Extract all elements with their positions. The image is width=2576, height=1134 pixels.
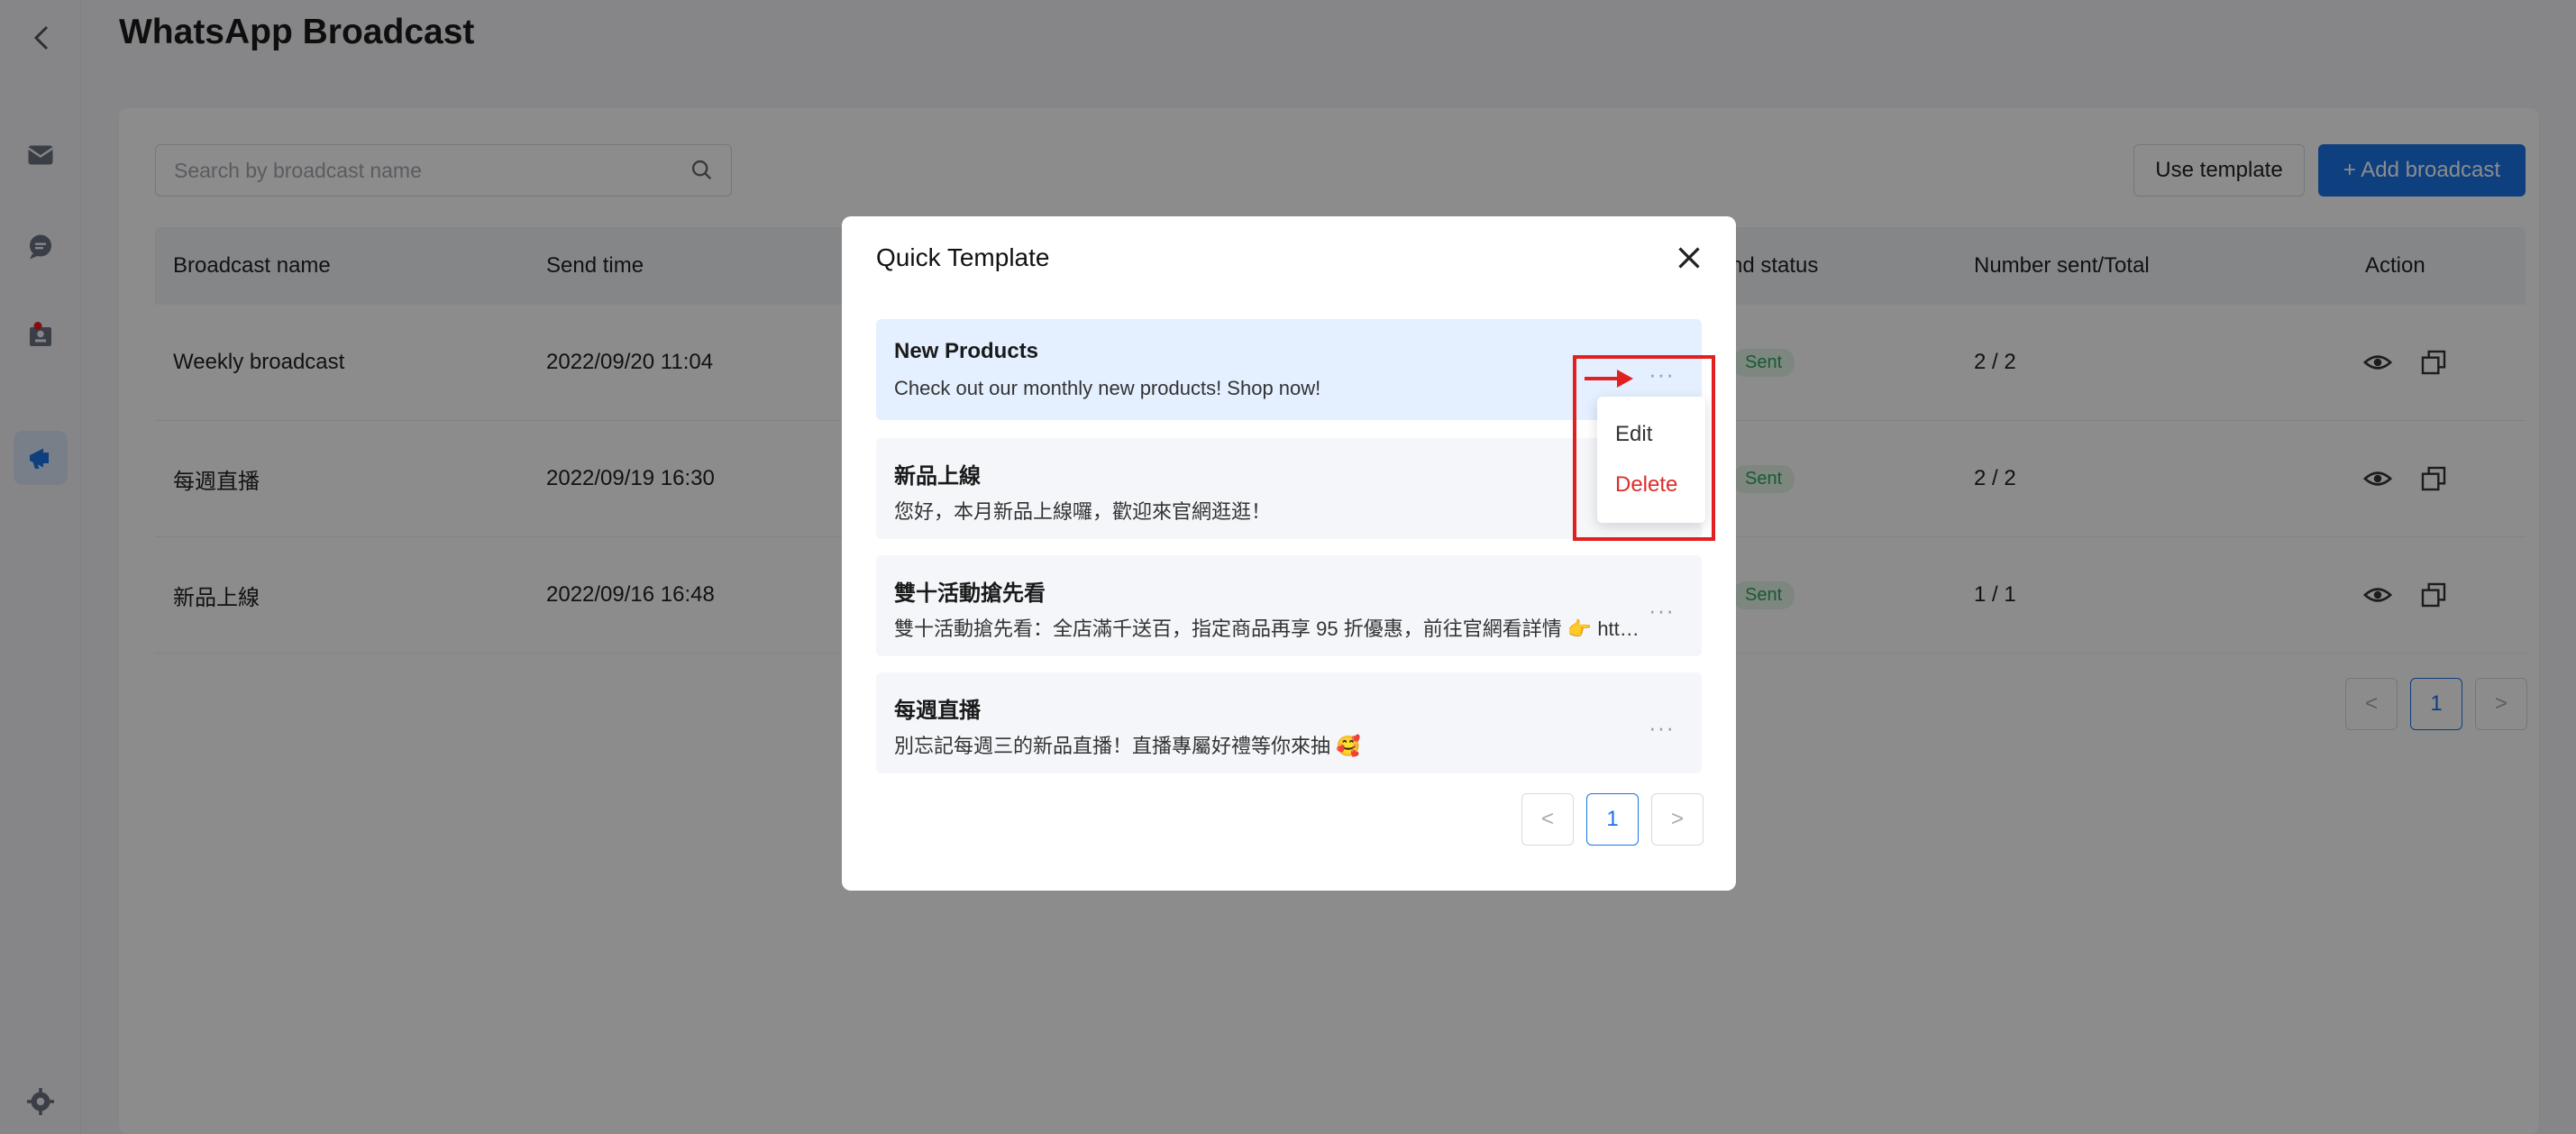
template-text: 您好，本月新品上線囉，歡迎來官網逛逛！ — [894, 500, 1272, 523]
modal-pagination: < 1 > — [1521, 793, 1704, 846]
next-page-button[interactable]: > — [1651, 793, 1704, 846]
more-options-icon[interactable]: ··· — [1649, 714, 1675, 742]
quick-template-modal: Quick Template New Products Check out ou… — [842, 216, 1736, 891]
template-name: New Products — [894, 339, 1039, 363]
template-item[interactable]: 每週直播 別忘記每週三的新品直播！直播專屬好禮等你來抽 🥰 ··· — [876, 672, 1702, 773]
template-text: 雙十活動搶先看：全店滿千送百，指定商品再享 95 折優惠，前往官網看詳情 👉 h… — [894, 617, 1642, 640]
template-text: 別忘記每週三的新品直播！直播專屬好禮等你來抽 🥰 — [894, 735, 1361, 757]
template-item[interactable]: 雙十活動搶先看 雙十活動搶先看：全店滿千送百，指定商品再享 95 折優惠，前往官… — [876, 555, 1702, 656]
modal-title: Quick Template — [876, 243, 1050, 271]
close-icon[interactable] — [1673, 242, 1705, 274]
more-options-icon[interactable]: ··· — [1649, 597, 1675, 625]
template-name: 每週直播 — [894, 699, 981, 723]
template-name: 新品上線 — [894, 464, 981, 489]
template-text: Check out our monthly new products! Shop… — [894, 377, 1321, 399]
template-name: 雙十活動搶先看 — [894, 581, 1046, 606]
page-number-button[interactable]: 1 — [1586, 793, 1639, 846]
prev-page-button[interactable]: < — [1521, 793, 1574, 846]
annotation-arrow-icon — [1585, 370, 1633, 388]
